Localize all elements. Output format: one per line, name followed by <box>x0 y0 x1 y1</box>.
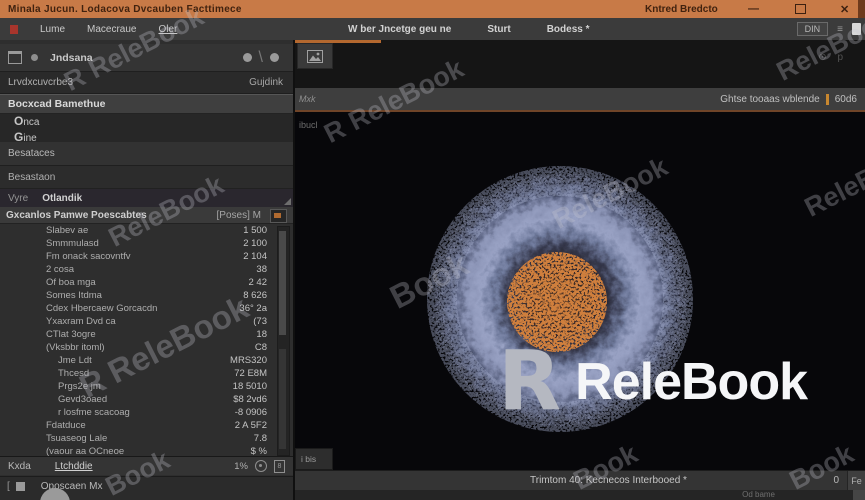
percent-value: 1% <box>234 460 248 472</box>
datablock-value: Gujdink <box>249 77 283 88</box>
menu-center-item-2[interactable]: Sturt <box>487 24 510 35</box>
timeline-corner-label: i bis <box>301 454 317 464</box>
menu-bar: Lume Macecraue Oler W ber Jncetge geu ne… <box>0 18 865 41</box>
section-2-label: Besastaon <box>8 171 56 183</box>
menu-item-1[interactable]: Lume <box>40 24 65 35</box>
app-icon[interactable] <box>10 24 18 34</box>
type-label: Vyre <box>8 192 29 204</box>
status-corner-button[interactable]: Fe <box>847 471 865 491</box>
window-title-secondary: Kntred Bredcto <box>645 3 718 15</box>
item-list: Onca Gine <box>0 114 293 144</box>
properties-panel: Jndsana \ Lrvdxcuvcrbe3 Gujdink Bocxcad … <box>0 40 295 500</box>
param-row[interactable]: Yxaxram Dvd ca (73 <box>0 315 293 328</box>
selected-row-label: Bocxcad Bamethue <box>8 98 106 110</box>
param-table: Slabev ae 1 500 Smmmulasd 2 100 Fm onack s… <box>0 224 293 457</box>
param-row[interactable]: Tsuaseog Lale 7.8 <box>0 432 293 445</box>
param-table-title: Gxcanlos Pamwe Poescabtes <box>6 209 147 221</box>
menu-item-3[interactable]: Oler <box>158 24 177 35</box>
viewport[interactable]: ⊙ p Mxk Ghtse tooaas wblende 60d6 ibucl <box>295 40 865 500</box>
param-row[interactable]: Of boa mga 2 42 <box>0 276 293 289</box>
viewport-status-bar: Trimtom 40: Kecnecos Interbooed * 0 Fe <box>295 470 865 491</box>
param-row[interactable]: Thcesd 72 E8M <box>0 367 293 380</box>
titlebar-endcap <box>858 0 865 18</box>
type-row[interactable]: Vyre Otlandik <box>0 189 293 207</box>
orange-separator <box>825 93 829 105</box>
box-icon[interactable]: 8 <box>274 459 285 473</box>
canvas-axis-label: ibucl <box>299 120 318 130</box>
scrollbar-thumb-lower[interactable] <box>279 349 286 449</box>
panel-header[interactable]: Jndsana \ <box>0 44 293 72</box>
view-gizmo-icons[interactable]: ⊙ p <box>818 52 847 63</box>
timeline-corner-box[interactable]: i bis <box>295 448 333 470</box>
param-row[interactable]: Fm onack sacovntfv 2 104 <box>0 250 293 263</box>
param-row[interactable]: 2 cosa 38 <box>0 263 293 276</box>
minimize-icon[interactable]: — <box>748 0 759 18</box>
datablock-row[interactable]: Lrvdxcuvcrbe3 Gujdink <box>0 72 293 94</box>
particle-sphere <box>427 166 693 432</box>
render-mode-label[interactable]: Ghtse tooaas wblende <box>720 94 820 105</box>
viewport-header[interactable]: Mxk Ghtse tooaas wblende 60d6 <box>295 88 865 112</box>
viewport-bottom-strip: Od bame <box>295 490 865 500</box>
texture-icon[interactable] <box>270 209 287 223</box>
type-value: Otlandik <box>42 192 83 204</box>
param-row[interactable]: Slabev ae 1 500 <box>0 224 293 237</box>
menu-list-icon[interactable]: ≡ <box>837 24 843 35</box>
param-row[interactable]: Jme Ldt MRS320 <box>0 354 293 367</box>
title-bar[interactable]: Minala Jucun. Lodacova Dvcauben Facttime… <box>0 0 865 18</box>
grid-icon <box>8 51 22 64</box>
sphere-icon-2[interactable] <box>270 53 279 62</box>
resize-handle-icon[interactable] <box>284 198 291 205</box>
param-row[interactable]: Gevd3oaed $8 2vd6 <box>0 393 293 406</box>
selected-list-row[interactable]: Bocxcad Bamethue <box>0 94 293 114</box>
param-table-header[interactable]: Gxcanlos Pamwe Poescabtes [Poses] M <box>0 207 293 224</box>
panel-toggle-icon[interactable] <box>852 23 861 35</box>
close-icon[interactable]: ✕ <box>840 0 849 18</box>
mode-label: Kxda <box>8 460 31 472</box>
menu-item-2[interactable]: Macecraue <box>87 24 136 35</box>
param-row[interactable]: Smmmulasd 2 100 <box>0 237 293 250</box>
application-window: Minala Jucun. Lodacova Dvcauben Facttime… <box>0 0 865 500</box>
mode-bar[interactable]: Kxda Ltchddie 1% 8 <box>0 456 293 475</box>
sphere-icon[interactable] <box>242 53 252 62</box>
panel-title: Jndsana <box>50 51 93 64</box>
datablock-label: Lrvdxcuvcrbe3 <box>8 77 74 88</box>
window-title: Minala Jucun. Lodacova Dvcauben Facttime… <box>8 3 242 15</box>
param-row[interactable]: Cdex Hbercaew Gorcacdn 36° 2a <box>0 302 293 315</box>
bracket-icon: [ <box>7 481 10 492</box>
menu-center-item-1[interactable]: W ber Jncetge geu ne <box>348 24 451 35</box>
scrollbar-thumb[interactable] <box>279 231 286 335</box>
param-table-header-value: [Poses] M <box>216 209 261 221</box>
param-row[interactable]: (Vksbbr itoml) C8 <box>0 341 293 354</box>
bottom-right-text: Od bame <box>742 490 775 499</box>
viewport-tab[interactable] <box>297 43 333 69</box>
din-button[interactable]: DIN <box>796 22 829 36</box>
viewport-canvas[interactable]: ibucl <box>295 112 865 470</box>
square-icon[interactable] <box>15 482 25 491</box>
param-row[interactable]: Fdatduce 2 A 5F2 <box>0 419 293 432</box>
image-icon <box>307 49 323 63</box>
param-row[interactable]: CTlat 3ogre 18 <box>0 328 293 341</box>
status-text: Trimtom 40: Kecnecos Interbooed * <box>530 475 687 486</box>
list-item[interactable]: Onca <box>14 114 293 130</box>
section-header-1[interactable]: Besataces <box>0 142 293 166</box>
param-row[interactable]: Prgs2e jm 18 5010 <box>0 380 293 393</box>
param-row[interactable]: r losfme scacoag -8 0906 <box>0 406 293 419</box>
scrollbar[interactable] <box>277 226 290 456</box>
render-mode-value[interactable]: 60d6 <box>835 94 857 105</box>
slash-divider: \ <box>258 48 263 66</box>
mode-value[interactable]: Ltchddie <box>55 461 93 472</box>
menu-center-item-3[interactable]: Bodess * <box>547 24 590 35</box>
param-row[interactable]: Somes Itdma 8 626 <box>0 289 293 302</box>
maximize-icon[interactable] <box>795 0 806 18</box>
dot-icon <box>31 54 38 61</box>
bottom-corner-button[interactable] <box>853 490 865 500</box>
radial-icon[interactable] <box>255 460 267 472</box>
status-value: 0 <box>833 475 839 486</box>
viewport-header-label: Mxk <box>299 94 316 104</box>
section-header-2[interactable]: Besastaon <box>0 166 293 189</box>
section-1-label: Besataces <box>8 148 55 159</box>
